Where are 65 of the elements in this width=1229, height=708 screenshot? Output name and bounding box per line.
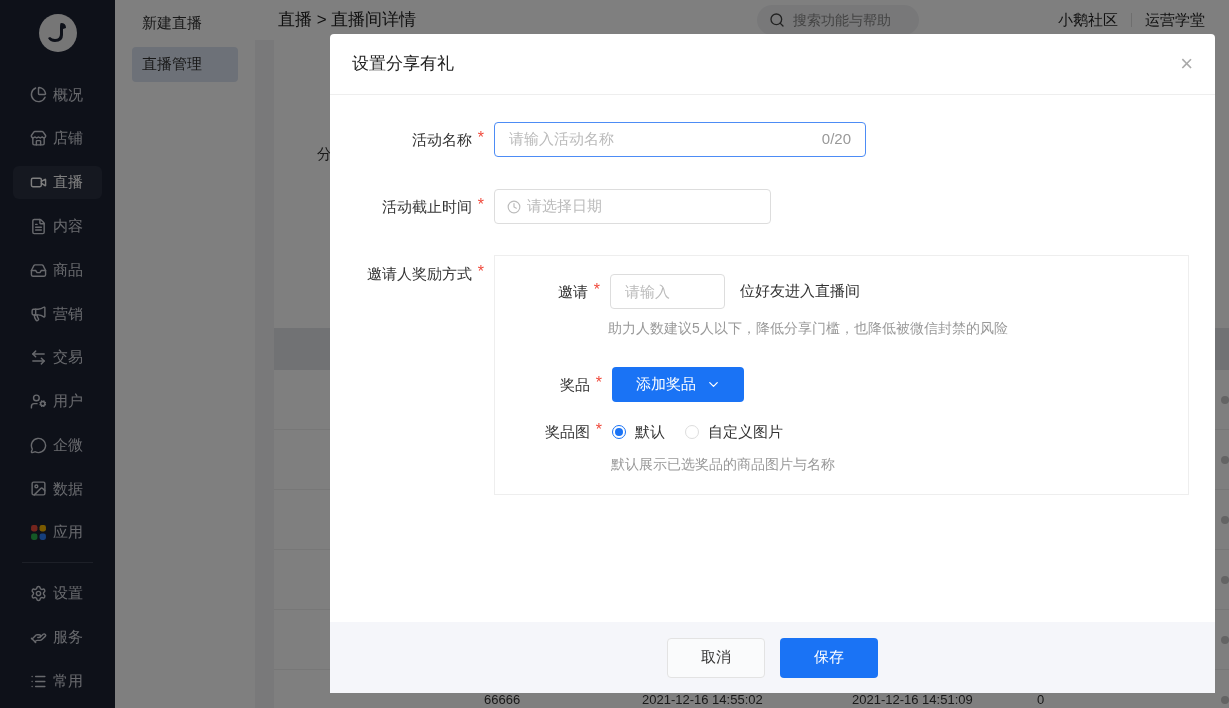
breadcrumb: 直播 > 直播间详情 [278,9,417,32]
field-label: 活动截止时间 [381,196,472,217]
sidebar-item[interactable]: 应用 [13,515,102,550]
sidebar-item[interactable]: 内容 [13,209,102,244]
field-label: 活动名称 [411,129,472,150]
name-input[interactable]: 请输入活动名称 [509,128,822,151]
add-prize-button[interactable]: 添加奖品 [612,367,744,402]
exchange-icon [30,349,47,367]
sidebar-item[interactable]: 营销 [13,296,102,331]
radio-option[interactable]: 默认 [612,421,665,444]
required-mark: * [477,128,484,147]
sidebar-item[interactable]: 店铺 [13,121,102,156]
megaphone-icon [30,305,47,323]
required-mark: * [595,421,602,440]
header-link[interactable]: 小鹅社区 [1058,8,1118,32]
field-label: 奖品图 [544,422,590,443]
radio-option[interactable]: 自定义图片 [685,421,783,444]
invite-count-field[interactable]: 请输入 [610,274,725,309]
user-gear-icon [30,392,47,410]
save-button[interactable]: 保存 [780,637,878,678]
help-text: 默认展示已选奖品的商品图片与名称 [611,454,836,474]
sidebar-item[interactable]: 商品 [13,253,102,287]
sidebar-item[interactable]: 概况 [13,78,102,112]
text-field[interactable]: 请输入活动名称 0/20 [494,122,866,157]
sidebar-item[interactable]: 设置 [13,576,102,611]
date-input[interactable]: 请选择日期 [527,195,770,218]
apps-grid-icon [30,524,47,542]
search-icon [769,12,786,28]
sidebar-item[interactable]: 企微 [13,428,102,463]
header-link[interactable]: 运营学堂 [1145,8,1205,32]
sidebar-item[interactable]: 服务 [13,620,102,655]
tray-icon [30,261,47,279]
date-field[interactable]: 请选择日期 [494,189,771,224]
settings-icon [30,585,47,602]
required-mark: * [595,373,602,392]
char-counter: 0/20 [821,129,851,150]
required-mark: * [593,280,600,299]
required-mark: * [477,263,484,281]
section-label: 分 [317,143,332,164]
field-label: 邀请 [557,281,588,302]
close-button[interactable]: × [1180,53,1193,75]
suffix-text: 位好友进入直播间 [740,281,860,302]
table-cell-text: 2021-12-16 14:51:09 [852,693,974,706]
subnav-item[interactable]: 新建直播 [132,6,238,41]
clock-icon [507,199,521,214]
table-cell-text: 66666 [484,693,522,706]
image-frame-icon [30,480,47,498]
cancel-button[interactable]: 取消 [667,637,765,678]
field-label: 奖品 [559,374,590,395]
sidebar-item[interactable]: 常用 [13,664,102,698]
subnav-item[interactable]: 直播管理 [132,47,238,82]
table-cell-text: 2021-12-16 14:55:02 [642,693,764,706]
sidebar-item[interactable]: 直播 [13,165,102,200]
sidebar-item[interactable]: 数据 [13,472,102,506]
sidebar-item[interactable]: 交易 [13,340,102,375]
table-cell-text: 0 [1037,693,1046,706]
sidebar-item[interactable]: 用户 [13,384,102,419]
pie-chart-icon [30,86,47,104]
logo-icon [38,14,77,52]
document-icon [30,217,47,235]
dialog-title: 设置分享有礼 [352,53,454,76]
help-text: 助力人数建议5人以下，降低分享门槛，也降低被微信封禁的风险 [608,319,1009,338]
field-label: 邀请人奖励方式 [366,264,472,284]
required-mark: * [477,195,484,214]
store-icon [30,130,47,148]
